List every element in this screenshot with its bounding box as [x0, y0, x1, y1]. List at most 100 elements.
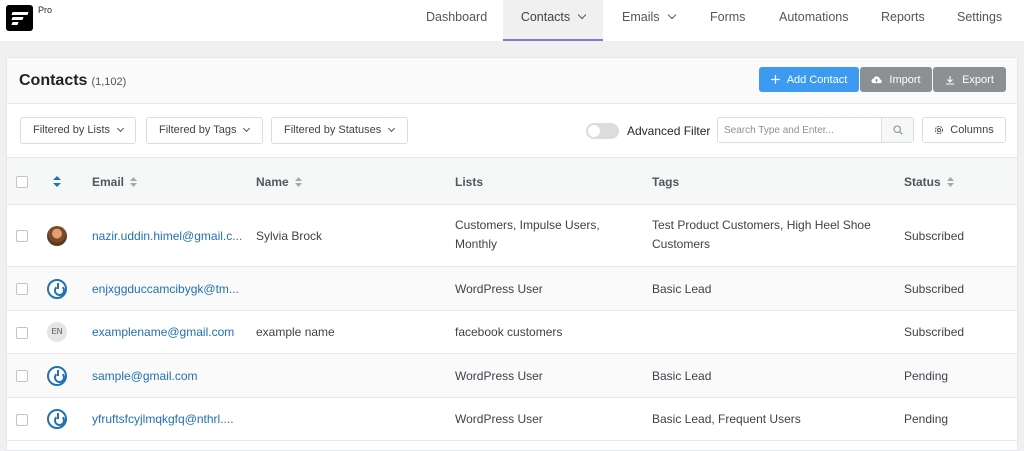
toggle-knob	[588, 125, 600, 137]
row-checkbox[interactable]	[16, 283, 28, 295]
nav-automations[interactable]: Automations	[779, 0, 848, 41]
sort-icon	[130, 176, 138, 187]
tags-filter-dropdown[interactable]: Filtered by Tags	[146, 117, 263, 144]
nav-emails-label: Emails	[622, 10, 660, 24]
chevron-down-icon	[667, 10, 676, 20]
tags-header-label: Tags	[652, 175, 680, 189]
contact-email-link[interactable]: nazir.uddin.himel@gmail.c...	[92, 229, 242, 243]
tags-column-header: Tags	[652, 175, 679, 189]
nav-reports-label: Reports	[881, 10, 925, 24]
contact-lists: WordPress User	[455, 412, 543, 426]
import-label: Import	[889, 73, 921, 86]
contact-tags: Basic Lead	[652, 369, 712, 383]
table-row[interactable]: nazir.uddin.himel@gmail.c... Sylvia Broc…	[7, 205, 1017, 267]
row-checkbox[interactable]	[16, 327, 28, 339]
contact-status: Subscribed	[904, 282, 965, 296]
nav-forms-label: Forms	[710, 10, 746, 24]
nav-dashboard[interactable]: Dashboard	[426, 0, 487, 41]
nav-contacts[interactable]: Contacts	[503, 0, 603, 41]
contact-name: example name	[256, 325, 335, 339]
contact-email-link[interactable]: sample@gmail.com	[92, 369, 198, 383]
avatar: EN	[47, 322, 67, 342]
row-checkbox[interactable]	[16, 414, 28, 426]
nav-settings-label: Settings	[957, 10, 1003, 24]
download-icon	[946, 75, 955, 85]
contact-lists: WordPress User	[455, 369, 543, 383]
power-icon	[47, 279, 67, 299]
table-row[interactable]: EN examplename@gmail.com example name fa…	[7, 311, 1017, 354]
email-header-label: Email	[92, 175, 125, 189]
contacts-panel: Contacts (1,102) Add Contact Import Expor…	[6, 57, 1018, 451]
contact-tags: Test Product Customers, High Heel Shoe C…	[652, 218, 871, 251]
row-checkbox[interactable]	[16, 230, 28, 242]
table-row[interactable]: yfruftsfcyjlmqkgfq@nthrl.... WordPress U…	[7, 398, 1017, 441]
filter-bar: Filtered by Lists Filtered by Tags Filte…	[7, 104, 1017, 158]
add-contact-button[interactable]: Add Contact	[759, 67, 859, 92]
contact-count: (1,102)	[91, 76, 127, 88]
nav-automations-label: Automations	[779, 10, 849, 24]
name-header-label: Name	[256, 175, 289, 189]
email-column-header[interactable]: Email	[92, 175, 138, 189]
export-button[interactable]: Export	[933, 67, 1006, 92]
import-button[interactable]: Import	[860, 67, 932, 92]
nav-contacts-label: Contacts	[520, 10, 571, 24]
sort-icon[interactable]	[53, 176, 61, 187]
lists-header-label: Lists	[455, 175, 484, 189]
search-box	[717, 117, 914, 143]
tags-filter-label: Filtered by Tags	[159, 124, 237, 136]
search-input[interactable]	[718, 118, 882, 142]
export-label: Export	[962, 73, 994, 86]
contact-tags: Basic Lead	[652, 282, 712, 296]
lists-column-header: Lists	[455, 175, 483, 189]
chevron-down-icon	[243, 124, 251, 133]
statuses-filter-dropdown[interactable]: Filtered by Statuses	[271, 117, 408, 144]
add-contact-label: Add Contact	[786, 73, 848, 86]
lists-filter-label: Filtered by Lists	[33, 124, 111, 136]
contact-email-link[interactable]: enjxggduccamcibygk@tm...	[92, 282, 239, 296]
name-column-header[interactable]: Name	[256, 175, 302, 189]
panel-header: Contacts (1,102) Add Contact Import Expor…	[7, 58, 1017, 104]
plus-icon	[770, 75, 780, 84]
advanced-filter-toggle[interactable]	[586, 123, 619, 139]
contact-lists: Customers, Impulse Users, Monthly	[455, 218, 600, 251]
chevron-down-icon	[388, 124, 396, 133]
cloud-upload-icon	[871, 76, 883, 84]
pro-badge: Pro	[38, 5, 53, 15]
chevron-down-icon	[577, 10, 587, 20]
advanced-filter-label: Advanced Filter	[627, 124, 711, 138]
contact-status: Subscribed	[904, 229, 965, 243]
row-checkbox[interactable]	[16, 370, 28, 382]
search-button[interactable]	[881, 118, 913, 142]
status-column-header[interactable]: Status	[904, 175, 954, 189]
select-all-checkbox[interactable]	[16, 176, 28, 188]
contact-status: Pending	[904, 369, 949, 383]
power-icon	[47, 366, 67, 386]
avatar	[47, 226, 67, 246]
contact-name: Sylvia Brock	[256, 229, 323, 243]
gear-icon	[935, 125, 944, 135]
chevron-down-icon	[116, 124, 125, 133]
page-title-text: Contacts	[19, 72, 88, 89]
contact-status: Pending	[904, 412, 949, 426]
fluentcrm-logo-icon[interactable]	[6, 5, 33, 31]
table-header: Email Name Lists Tags Status	[7, 158, 1017, 205]
sort-icon	[946, 176, 954, 187]
search-icon	[892, 125, 903, 135]
table-row[interactable]: enjxggduccamcibygk@tm... WordPress User …	[7, 267, 1017, 311]
contact-tags: Basic Lead, Frequent Users	[652, 412, 801, 426]
nav-emails[interactable]: Emails	[622, 0, 676, 41]
lists-filter-dropdown[interactable]: Filtered by Lists	[20, 117, 136, 144]
contact-email-link[interactable]: examplename@gmail.com	[92, 325, 234, 339]
status-header-label: Status	[904, 175, 941, 189]
nav-dashboard-label: Dashboard	[426, 10, 488, 24]
table-row[interactable]: sample@gmail.com WordPress User Basic Le…	[7, 354, 1017, 398]
sort-icon	[294, 176, 302, 187]
page-title: Contacts (1,102)	[19, 72, 126, 90]
statuses-filter-label: Filtered by Statuses	[284, 124, 382, 136]
contact-status: Subscribed	[904, 325, 965, 339]
columns-button[interactable]: Columns	[922, 117, 1006, 143]
contact-email-link[interactable]: yfruftsfcyjlmqkgfq@nthrl....	[92, 412, 234, 426]
nav-settings[interactable]: Settings	[957, 0, 1002, 41]
nav-forms[interactable]: Forms	[710, 0, 745, 41]
nav-reports[interactable]: Reports	[881, 0, 925, 41]
